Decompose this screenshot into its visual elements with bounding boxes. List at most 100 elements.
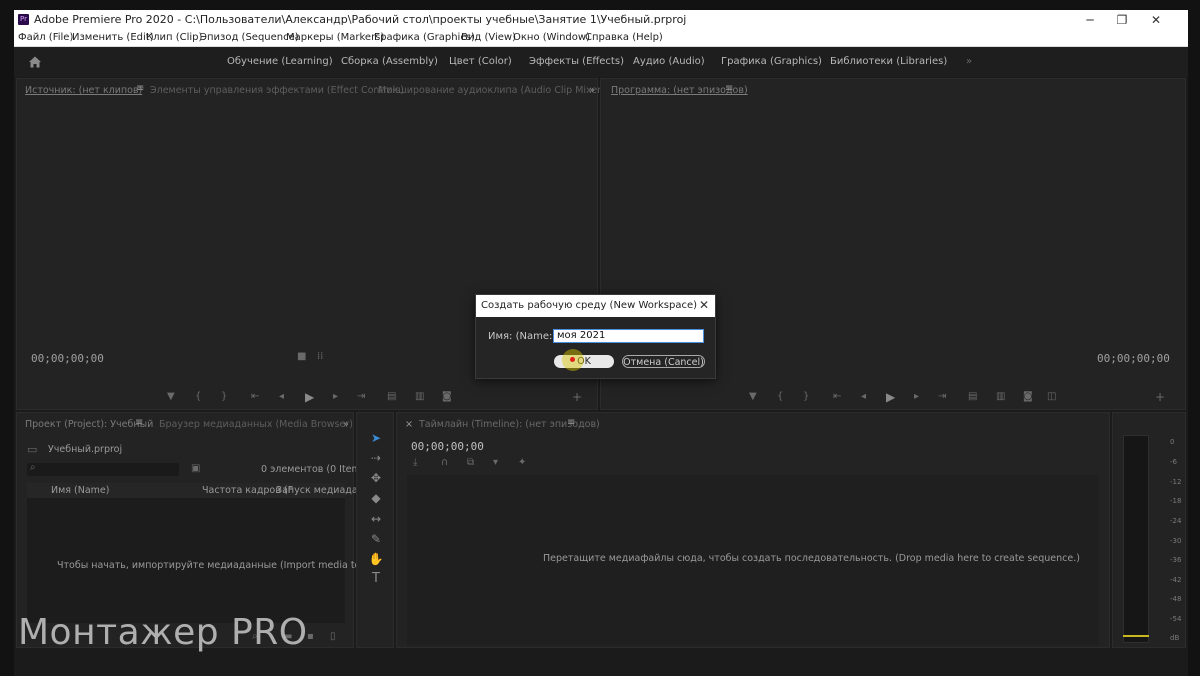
minimize-button[interactable]: ─ [1080, 12, 1100, 28]
pen-tool-icon[interactable]: ✎ [368, 532, 384, 546]
program-goto-in-icon[interactable]: ⇤ [833, 391, 841, 402]
source-menu-icon[interactable]: ≡ [136, 83, 144, 94]
source-settings-icon[interactable]: ⁞⁞ [317, 351, 323, 362]
program-out-icon[interactable]: } [803, 391, 809, 402]
audio-meter-level [1123, 635, 1149, 637]
mouse-cursor-icon [570, 357, 575, 362]
snap-icon[interactable]: ∩ [441, 457, 448, 468]
cancel-button[interactable]: Отмена (Cancel) [622, 355, 705, 368]
razor-tool-icon[interactable]: ◆ [368, 491, 384, 505]
menu-help[interactable]: Справка (Help) [585, 32, 663, 43]
project-menu-icon[interactable]: ≡ [135, 417, 143, 428]
menu-edit[interactable]: Изменить (Edit) [72, 32, 154, 43]
source-add-button-icon[interactable]: + [572, 390, 582, 404]
program-timecode[interactable]: 00;00;00;00 [1097, 352, 1170, 365]
project-item-count: 0 элементов (0 Items) [261, 464, 370, 475]
column-media-start[interactable]: Запуск медиадан [276, 485, 364, 496]
meter-label: -42 [1170, 576, 1182, 584]
selection-tool-icon[interactable]: ➤ [368, 431, 384, 445]
maximize-button[interactable]: ❐ [1112, 12, 1132, 28]
meter-label: -30 [1170, 537, 1182, 545]
workspace-name-input[interactable]: моя 2021 [553, 329, 704, 343]
dialog-header: Создать рабочую среду (New Workspace) ✕ [476, 295, 715, 317]
workspace-overflow-icon[interactable]: » [966, 56, 972, 67]
source-overwrite-icon[interactable]: ▥ [415, 391, 424, 402]
tab-project[interactable]: Проект (Project): Учебный [25, 419, 153, 430]
program-play-icon[interactable]: ▶ [886, 390, 895, 404]
close-window-button[interactable]: ✕ [1146, 12, 1166, 28]
meter-label: dB [1170, 634, 1180, 642]
program-step-forward-icon[interactable]: ▸ [914, 391, 919, 402]
home-icon[interactable] [28, 55, 42, 69]
program-camera-icon[interactable]: ◙ [1023, 391, 1033, 402]
workspace-audio[interactable]: Аудио (Audio) [633, 56, 705, 67]
workspace-effects[interactable]: Эффекты (Effects) [529, 56, 624, 67]
program-menu-icon[interactable]: ≡ [725, 83, 733, 94]
source-marker-icon[interactable]: ▼ [167, 391, 175, 402]
menu-sequence[interactable]: Эпизод (Sequence) [200, 32, 299, 43]
tab-media-browser[interactable]: Браузер медиаданных (Media Browser) [159, 419, 353, 430]
menu-file[interactable]: Файл (File) [18, 32, 73, 43]
program-compare-icon[interactable]: ◫ [1047, 391, 1056, 402]
trash-icon[interactable]: ▯ [330, 631, 336, 642]
workspace-graphics[interactable]: Графика (Graphics) [721, 56, 822, 67]
project-list: Имя (Name) Частота кадров (F Запуск меди… [27, 483, 389, 623]
source-overflow-icon[interactable]: » [589, 85, 595, 96]
program-lift-icon[interactable]: ▤ [968, 391, 977, 402]
track-select-tool-icon[interactable]: ⇢ [368, 451, 384, 465]
menu-clip[interactable]: Клип (Clip) [146, 32, 202, 43]
hand-tool-icon[interactable]: ✋ [368, 552, 384, 566]
timeline-timecode[interactable]: 00;00;00;00 [411, 440, 484, 453]
workspace-learning[interactable]: Обучение (Learning) [227, 56, 333, 67]
source-out-icon[interactable]: } [221, 391, 227, 402]
program-extract-icon[interactable]: ▥ [996, 391, 1005, 402]
title-bar: Pr Adobe Premiere Pro 2020 - C:\Пользова… [14, 10, 1188, 30]
menu-markers[interactable]: Маркеры (Markers) [286, 32, 384, 43]
timeline-drop-area[interactable]: Перетащите медиафайлы сюда, чтобы создат… [407, 475, 1099, 645]
source-play-icon[interactable]: ▶ [305, 390, 314, 404]
timeline-menu-icon[interactable]: ≡ [567, 417, 575, 428]
program-add-button-icon[interactable]: + [1155, 390, 1165, 404]
source-fit-icon[interactable]: ■ [297, 351, 306, 362]
menu-view[interactable]: Вид (View) [461, 32, 516, 43]
workspace-color[interactable]: Цвет (Color) [449, 56, 512, 67]
tab-audio-clip-mixer[interactable]: Микширование аудиоклипа (Audio Clip Mixe… [378, 85, 605, 96]
source-step-back-icon[interactable]: ◂ [279, 391, 284, 402]
project-empty-hint: Чтобы начать, импортируйте медиаданные (… [57, 560, 390, 571]
nest-icon[interactable]: ⤓ [413, 457, 417, 468]
tab-source[interactable]: Источник: (нет клипов) [25, 85, 142, 96]
program-in-icon[interactable]: { [777, 391, 783, 402]
program-goto-out-icon[interactable]: ⇥ [938, 391, 946, 402]
linked-selection-icon[interactable]: ⧉ [467, 457, 474, 468]
type-tool-icon[interactable]: T [368, 572, 384, 586]
tab-effect-controls[interactable]: Элементы управления эффектами (Effect Co… [150, 85, 404, 96]
add-marker-icon[interactable]: ▾ [493, 457, 498, 468]
source-camera-icon[interactable]: ◙ [442, 391, 452, 402]
menu-bar: Файл (File) Изменить (Edit) Клип (Clip) … [14, 30, 1188, 47]
source-in-icon[interactable]: { [195, 391, 201, 402]
watermark-text: Монтажер PRO [18, 612, 308, 653]
new-bin-search-icon[interactable]: ▣ [191, 463, 200, 474]
workspace-libraries[interactable]: Библиотеки (Libraries) [830, 56, 947, 67]
close-timeline-icon[interactable]: × [405, 419, 413, 430]
source-goto-in-icon[interactable]: ⇤ [251, 391, 259, 402]
project-overflow-icon[interactable]: » [343, 419, 349, 430]
menu-window[interactable]: Окно (Window) [513, 32, 590, 43]
program-step-back-icon[interactable]: ◂ [861, 391, 866, 402]
timeline-settings-icon[interactable]: ✦ [518, 457, 526, 468]
source-timecode[interactable]: 00;00;00;00 [31, 352, 104, 365]
source-goto-out-icon[interactable]: ⇥ [357, 391, 365, 402]
source-step-forward-icon[interactable]: ▸ [333, 391, 338, 402]
source-insert-icon[interactable]: ▤ [387, 391, 396, 402]
program-marker-icon[interactable]: ▼ [749, 391, 757, 402]
dialog-title: Создать рабочую среду (New Workspace) [481, 300, 698, 311]
column-name[interactable]: Имя (Name) [51, 485, 109, 496]
meter-label: -12 [1170, 478, 1182, 486]
dialog-close-icon[interactable]: ✕ [699, 298, 709, 312]
workspace-assembly[interactable]: Сборка (Assembly) [341, 56, 438, 67]
project-search-input[interactable]: ⌕ [27, 462, 179, 476]
menu-graphics[interactable]: Графика (Graphics) [374, 32, 475, 43]
slip-tool-icon[interactable]: ↔ [368, 512, 384, 526]
ripple-edit-tool-icon[interactable]: ✥ [368, 471, 384, 485]
new-item-icon[interactable]: ▪ [307, 631, 314, 642]
